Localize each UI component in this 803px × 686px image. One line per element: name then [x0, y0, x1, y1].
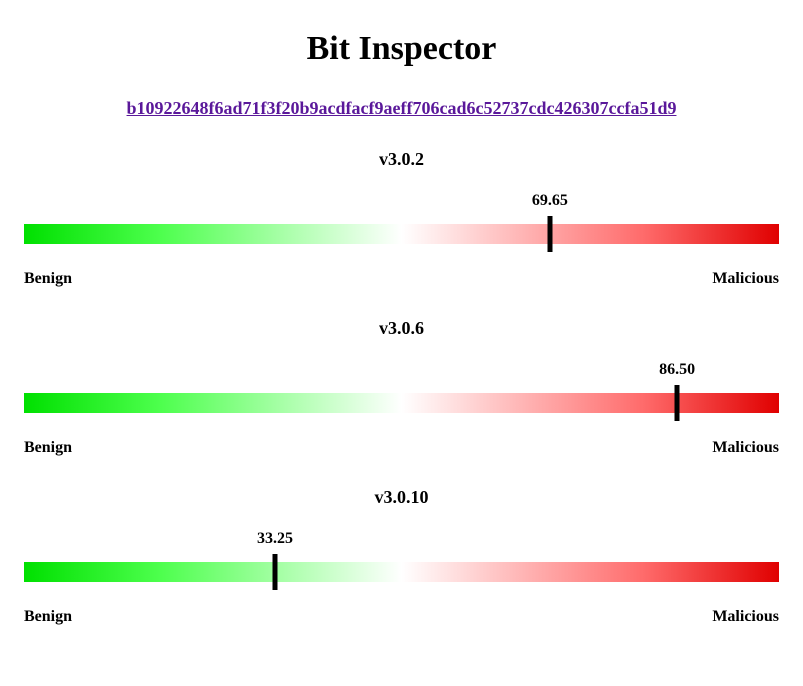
axis-right-label: Malicious [712, 439, 779, 457]
score-value: 86.50 [659, 361, 695, 379]
score-marker [273, 554, 278, 590]
version-section: v3.0.2 69.65 Benign Malicious [24, 149, 779, 288]
axis-right-label: Malicious [712, 608, 779, 626]
axis-left-label: Benign [24, 439, 72, 457]
score-value: 33.25 [257, 530, 293, 548]
score-bar-wrapper: 86.50 [24, 375, 779, 435]
score-marker [547, 216, 552, 252]
score-bar-wrapper: 69.65 [24, 206, 779, 266]
gradient-bar [24, 562, 779, 582]
version-label: v3.0.2 [24, 149, 779, 170]
version-label: v3.0.10 [24, 487, 779, 508]
hash-link[interactable]: b10922648f6ad71f3f20b9acdfacf9aeff706cad… [24, 98, 779, 119]
axis-labels: Benign Malicious [24, 270, 779, 288]
gradient-bar [24, 224, 779, 244]
score-bar-wrapper: 33.25 [24, 544, 779, 604]
gradient-bar [24, 393, 779, 413]
score-value: 69.65 [532, 192, 568, 210]
axis-right-label: Malicious [712, 270, 779, 288]
axis-labels: Benign Malicious [24, 439, 779, 457]
version-label: v3.0.6 [24, 318, 779, 339]
version-section: v3.0.6 86.50 Benign Malicious [24, 318, 779, 457]
score-marker [675, 385, 680, 421]
version-section: v3.0.10 33.25 Benign Malicious [24, 487, 779, 626]
axis-labels: Benign Malicious [24, 608, 779, 626]
axis-left-label: Benign [24, 608, 72, 626]
axis-left-label: Benign [24, 270, 72, 288]
page-title: Bit Inspector [24, 30, 779, 68]
